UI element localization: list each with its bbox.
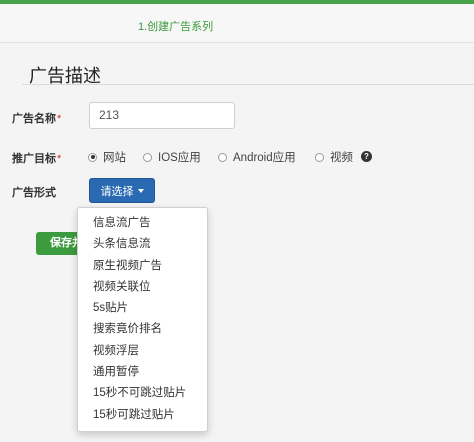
ad-format-dropdown-menu: 信息流广告 头条信息流 原生视频广告 视频关联位 5s贴片 搜索竟价排名 视频浮… [77, 207, 208, 432]
dropdown-item[interactable]: 信息流广告 [78, 213, 207, 234]
dropdown-item[interactable]: 原生视频广告 [78, 256, 207, 277]
dropdown-item[interactable]: 15秒可跳过贴片 [78, 405, 207, 426]
ad-name-label: 广告名称* [12, 113, 62, 125]
ad-name-input[interactable]: 213 [89, 102, 235, 129]
dropdown-item[interactable]: 搜索竟价排名 [78, 319, 207, 340]
radio-option-ios-app[interactable]: IOS应用 [143, 149, 201, 165]
question-circle-icon[interactable]: ? [361, 151, 372, 162]
ad-format-label: 广告形式 [12, 187, 56, 199]
radio-option-video[interactable]: 视频 [315, 149, 353, 165]
caret-down-icon [137, 188, 144, 193]
promotion-target-label: 推广目标* [12, 153, 62, 165]
dropdown-item[interactable]: 头条信息流 [78, 234, 207, 255]
section-divider [22, 84, 474, 85]
ad-format-dropdown-button[interactable]: 请选择 [89, 178, 155, 203]
step-label-create-campaign[interactable]: 1.创建广告系列 [138, 18, 213, 34]
required-mark: * [57, 153, 62, 165]
radio-option-website[interactable]: 网站 [88, 149, 126, 165]
dropdown-item[interactable]: 15秒不可跳过贴片 [78, 383, 207, 404]
required-mark: * [57, 113, 62, 125]
dropdown-item[interactable]: 5s贴片 [78, 298, 207, 319]
dropdown-item[interactable]: 通用暂停 [78, 362, 207, 383]
radio-option-android-app[interactable]: Android应用 [218, 149, 296, 165]
step-progress-bar: 1.创建广告系列 [0, 4, 474, 43]
radio-circle[interactable] [315, 152, 324, 162]
radio-circle-checked[interactable] [88, 152, 97, 162]
dropdown-item[interactable]: 视频关联位 [78, 277, 207, 298]
radio-circle[interactable] [143, 152, 152, 162]
dropdown-item[interactable]: 视频浮层 [78, 341, 207, 362]
radio-circle[interactable] [218, 152, 227, 162]
